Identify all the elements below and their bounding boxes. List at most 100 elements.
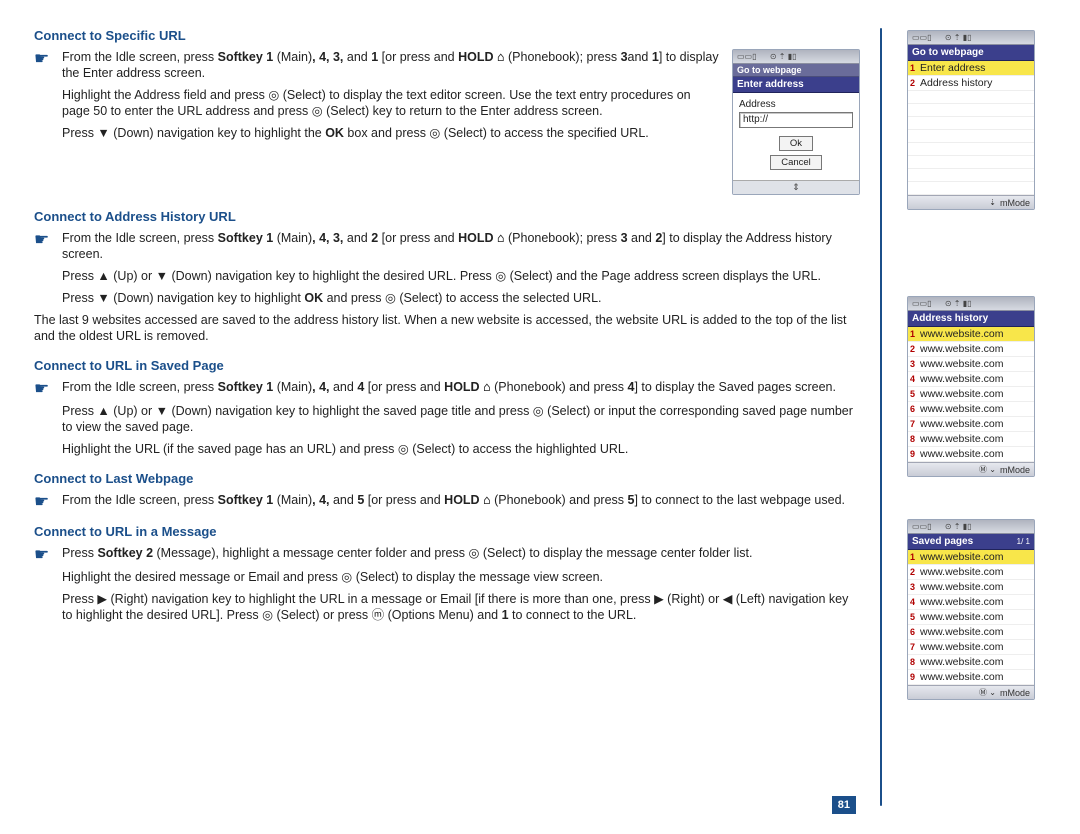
list-item-number: 9 bbox=[910, 449, 918, 459]
list-item-number: 7 bbox=[910, 419, 918, 429]
list-item-label: www.website.com bbox=[920, 581, 1003, 593]
body-paragraph: The last 9 websites accessed are saved t… bbox=[34, 312, 860, 344]
phone-mock-address-history: ▭▭▯ ⊙ ⇡ ▮▯ Address history 1www.website.… bbox=[907, 296, 1035, 477]
phone-title-text: Saved pages bbox=[912, 536, 973, 547]
list-item-label: www.website.com bbox=[920, 328, 1003, 340]
list-item[interactable]: 1www.website.com bbox=[908, 550, 1034, 565]
list-item[interactable]: 1www.website.com bbox=[908, 327, 1034, 342]
list-item-label: Address history bbox=[920, 77, 992, 89]
url-input[interactable]: http:// bbox=[739, 112, 853, 128]
phone-counter: 1/ 1 bbox=[1017, 537, 1030, 546]
step-text: From the Idle screen, press Softkey 1 (M… bbox=[62, 49, 720, 81]
list-item-label: www.website.com bbox=[920, 641, 1003, 653]
phone-mock-goto-webpage: ▭▭▯ ⊙ ⇡ ▮▯ Go to webpage 1Enter address2… bbox=[907, 30, 1035, 210]
list-item[interactable]: 7www.website.com bbox=[908, 417, 1034, 432]
bullet-icon: ☛ bbox=[34, 492, 52, 510]
ok-button[interactable]: Ok bbox=[779, 136, 813, 151]
step-text: Highlight the URL (if the saved page has… bbox=[62, 441, 860, 457]
vertical-divider bbox=[880, 28, 882, 806]
list-item-label: www.website.com bbox=[920, 373, 1003, 385]
step-text: Press ▶ (Right) navigation key to highli… bbox=[62, 591, 860, 623]
step-text: Highlight the desired message or Email a… bbox=[62, 569, 860, 585]
phone-title: Address history bbox=[908, 311, 1034, 327]
phonebook-icon: ⌂ bbox=[483, 492, 491, 507]
phonebook-icon: ⌂ bbox=[483, 379, 491, 394]
side-column: ▭▭▯ ⊙ ⇡ ▮▯ Go to webpage 1Enter address2… bbox=[896, 28, 1046, 806]
list-item-number: 8 bbox=[910, 434, 918, 444]
list-item[interactable]: 5www.website.com bbox=[908, 387, 1034, 402]
section-specific-url: ☛ From the Idle screen, press Softkey 1 … bbox=[34, 49, 860, 195]
step-bullet: ☛ Press Softkey 2 (Message), highlight a… bbox=[34, 545, 860, 563]
list-item[interactable]: 9www.website.com bbox=[908, 447, 1034, 462]
footer-label[interactable]: mMode bbox=[1000, 465, 1030, 475]
step-text: From the Idle screen, press Softkey 1 (M… bbox=[62, 492, 860, 510]
list-item[interactable]: 5www.website.com bbox=[908, 610, 1034, 625]
list-item[interactable]: 1Enter address bbox=[908, 61, 1034, 76]
step-text: From the Idle screen, press Softkey 1 (M… bbox=[62, 230, 860, 262]
step-bullet: ☛ From the Idle screen, press Softkey 1 … bbox=[34, 49, 720, 81]
list-item-label: www.website.com bbox=[920, 358, 1003, 370]
list-item[interactable]: 8www.website.com bbox=[908, 655, 1034, 670]
section-heading-address-history: Connect to Address History URL bbox=[34, 209, 860, 224]
footer-icon: ⇣ bbox=[989, 198, 996, 207]
section-text: ☛ From the Idle screen, press Softkey 1 … bbox=[34, 49, 720, 147]
step-text: Press ▲ (Up) or ▼ (Down) navigation key … bbox=[62, 268, 860, 284]
list-item-label: www.website.com bbox=[920, 403, 1003, 415]
list-item-number: 4 bbox=[910, 597, 918, 607]
list-item-number: 1 bbox=[910, 63, 918, 73]
list-item-label: www.website.com bbox=[920, 418, 1003, 430]
list-item-number: 7 bbox=[910, 642, 918, 652]
step-bullet: ☛ From the Idle screen, press Softkey 1 … bbox=[34, 492, 860, 510]
list-item-number: 4 bbox=[910, 374, 918, 384]
list-item[interactable]: 2Address history bbox=[908, 76, 1034, 91]
phonebook-icon: ⌂ bbox=[497, 230, 505, 245]
section-heading-specific-url: Connect to Specific URL bbox=[34, 28, 860, 43]
list-item-number: 1 bbox=[910, 552, 918, 562]
list-item-number: 6 bbox=[910, 627, 918, 637]
list-item-label: www.website.com bbox=[920, 343, 1003, 355]
step-text: Press ▼ (Down) navigation key to highlig… bbox=[62, 125, 720, 141]
list-item-label: www.website.com bbox=[920, 551, 1003, 563]
bullet-icon: ☛ bbox=[34, 379, 52, 397]
phone-status-bar: ▭▭▯ ⊙ ⇡ ▮▯ bbox=[908, 520, 1034, 534]
list-item[interactable]: 6www.website.com bbox=[908, 402, 1034, 417]
phone-list: 1www.website.com2www.website.com3www.web… bbox=[908, 327, 1034, 462]
manual-page: Connect to Specific URL ☛ From the Idle … bbox=[34, 28, 1046, 806]
step-text: From the Idle screen, press Softkey 1 (M… bbox=[62, 379, 860, 397]
list-item-number: 3 bbox=[910, 359, 918, 369]
list-item[interactable]: 3www.website.com bbox=[908, 580, 1034, 595]
phone-title: Enter address bbox=[733, 77, 859, 93]
footer-label[interactable]: mMode bbox=[1000, 198, 1030, 208]
list-item[interactable]: 7www.website.com bbox=[908, 640, 1034, 655]
list-item-label: www.website.com bbox=[920, 433, 1003, 445]
footer-icon: Ⓜ ⌄ bbox=[979, 464, 996, 475]
phone-list: 1Enter address2Address history bbox=[908, 61, 1034, 195]
list-item[interactable]: 9www.website.com bbox=[908, 670, 1034, 685]
list-item[interactable]: 3www.website.com bbox=[908, 357, 1034, 372]
step-text: Press ▼ (Down) navigation key to highlig… bbox=[62, 290, 860, 306]
list-item[interactable]: 2www.website.com bbox=[908, 342, 1034, 357]
phone-list: 1www.website.com2www.website.com3www.web… bbox=[908, 550, 1034, 685]
list-item-label: www.website.com bbox=[920, 448, 1003, 460]
section-heading-saved-page: Connect to URL in Saved Page bbox=[34, 358, 860, 373]
list-item[interactable]: 4www.website.com bbox=[908, 595, 1034, 610]
list-item-number: 6 bbox=[910, 404, 918, 414]
phone-mock-enter-address: ▭▭▯ ⊙ ⇡ ▮▯ Go to webpage Enter address A… bbox=[732, 49, 860, 195]
phone-mock-saved-pages: ▭▭▯ ⊙ ⇡ ▮▯ Saved pages 1/ 1 1www.website… bbox=[907, 519, 1035, 700]
step-bullet: ☛ From the Idle screen, press Softkey 1 … bbox=[34, 230, 860, 262]
list-item-label: www.website.com bbox=[920, 611, 1003, 623]
list-item[interactable]: 4www.website.com bbox=[908, 372, 1034, 387]
address-label: Address bbox=[739, 99, 853, 110]
list-item[interactable]: 6www.website.com bbox=[908, 625, 1034, 640]
phone-status-bar: ▭▭▯ ⊙ ⇡ ▮▯ bbox=[908, 31, 1034, 45]
bullet-icon: ☛ bbox=[34, 230, 52, 262]
list-item-number: 3 bbox=[910, 582, 918, 592]
cancel-button[interactable]: Cancel bbox=[770, 155, 822, 170]
phone-scroll-indicator: ⇕ bbox=[733, 180, 859, 194]
list-item[interactable]: 2www.website.com bbox=[908, 565, 1034, 580]
list-item[interactable]: 8www.website.com bbox=[908, 432, 1034, 447]
list-item-label: www.website.com bbox=[920, 671, 1003, 683]
step-text: Press ▲ (Up) or ▼ (Down) navigation key … bbox=[62, 403, 860, 435]
footer-label[interactable]: mMode bbox=[1000, 688, 1030, 698]
phone-title: Saved pages 1/ 1 bbox=[908, 534, 1034, 550]
